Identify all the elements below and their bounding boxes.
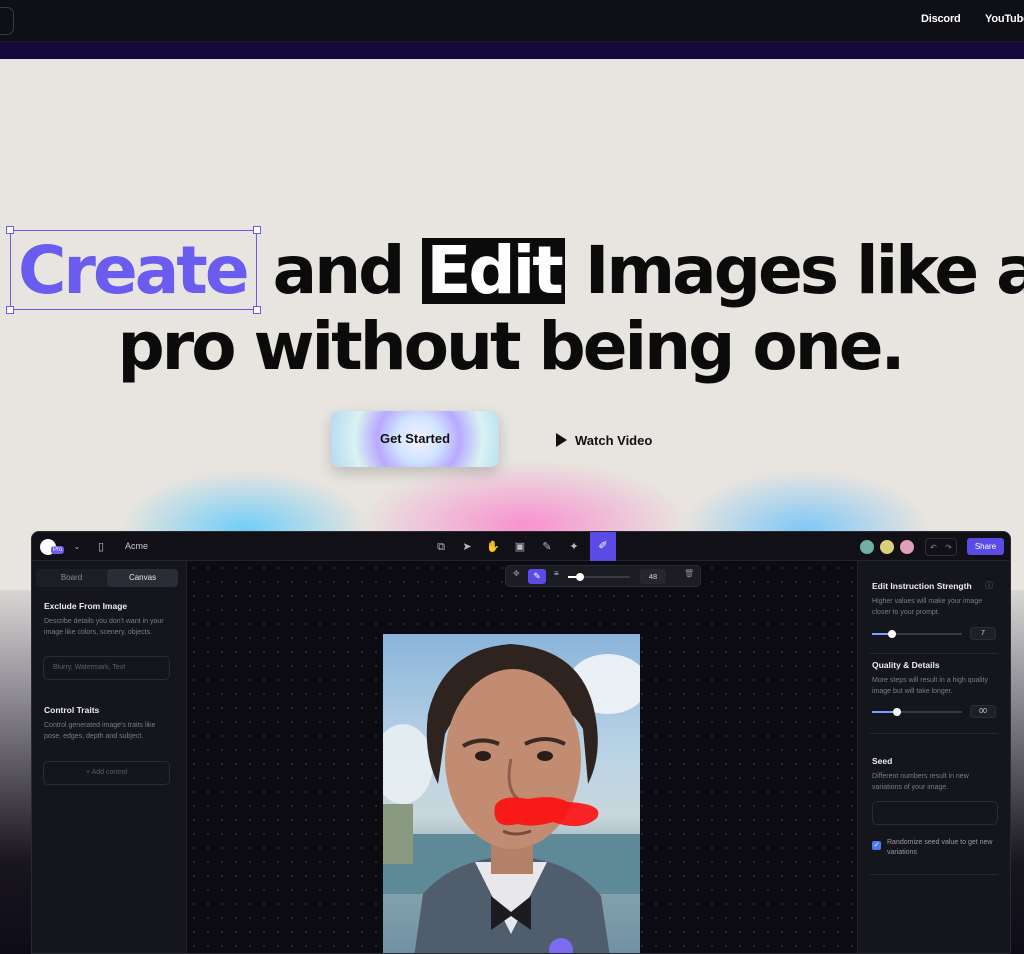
headline-word-create: Create — [6, 226, 261, 314]
divider — [870, 874, 998, 875]
seed-description: Different numbers result in new variatio… — [872, 773, 969, 791]
shapes-icon[interactable]: ✦ — [565, 538, 583, 556]
tab-canvas[interactable]: Canvas — [107, 569, 178, 587]
exclude-input[interactable]: Blurry, Watermark, Text — [43, 656, 170, 680]
brush-tool-icon[interactable]: ✐ — [590, 532, 616, 561]
hand-icon[interactable]: ✋ — [484, 538, 502, 556]
edited-photo[interactable] — [383, 634, 640, 953]
share-button[interactable]: Share — [967, 538, 1004, 555]
nav-link-discord[interactable]: Discord — [921, 13, 961, 25]
undo-redo-group: ↶ ↷ — [925, 538, 957, 556]
undo-icon[interactable]: ↶ — [930, 543, 937, 552]
move-icon[interactable]: ✥ — [513, 569, 520, 578]
redo-icon[interactable]: ↷ — [945, 543, 952, 552]
get-started-button[interactable]: Get Started — [331, 411, 499, 467]
headline-text: Images like a — [564, 232, 1024, 309]
headline-word-edit: Edit — [422, 238, 565, 304]
hero-headline-line2: pro without being one. — [117, 308, 905, 385]
view-tabs: Board Canvas — [36, 569, 178, 587]
stroke-width-icon[interactable]: ≡ — [554, 569, 559, 578]
tab-board[interactable]: Board — [36, 569, 107, 587]
brush-icon[interactable]: ✎ — [528, 569, 546, 584]
control-traits-description: Control generated image's traits like po… — [44, 722, 156, 740]
seed-title: Seed — [872, 756, 893, 766]
divider — [870, 733, 998, 734]
quality-knob[interactable] — [893, 708, 901, 716]
brush-toolbar: ✥ ✎ ≡ 48 🗑 — [505, 565, 701, 587]
play-icon — [556, 433, 567, 447]
quality-description: More steps will result in a high quality… — [872, 677, 988, 695]
new-layer-icon[interactable]: ⧉ — [432, 538, 450, 556]
watch-video-button[interactable]: Watch Video — [556, 430, 652, 450]
resize-handle[interactable] — [6, 306, 14, 314]
avatar[interactable] — [858, 538, 876, 556]
info-icon[interactable]: ⓘ — [985, 580, 993, 591]
left-panel: Board Canvas Exclude From Image Describe… — [32, 561, 187, 953]
portrait-illustration — [383, 644, 640, 953]
brush-size-slider[interactable] — [568, 573, 630, 581]
add-control-button[interactable]: + Add control — [43, 761, 170, 785]
randomize-seed-checkbox[interactable]: ✓ — [872, 841, 881, 850]
quality-value[interactable]: 00 — [970, 705, 996, 718]
strength-description: Higher values will make your image close… — [872, 598, 983, 616]
resize-handle[interactable] — [252, 226, 261, 234]
chevron-down-icon[interactable]: ⌄ — [68, 538, 86, 556]
strength-slider[interactable] — [872, 630, 962, 638]
announcement-stripe — [0, 42, 1024, 59]
seed-input[interactable] — [872, 801, 998, 825]
pro-badge: Pro — [51, 546, 65, 554]
resize-handle[interactable] — [6, 226, 14, 234]
brush-size-value[interactable]: 48 — [640, 569, 666, 584]
avatar[interactable] — [898, 538, 916, 556]
watch-video-label: Watch Video — [575, 432, 653, 448]
pencil-icon[interactable]: ✎ — [538, 538, 556, 556]
logo-icon[interactable] — [0, 7, 14, 35]
quality-title: Quality & Details — [872, 660, 940, 670]
divider — [870, 653, 998, 654]
headline-text: and — [252, 232, 423, 309]
canvas-area[interactable]: ✥ ✎ ≡ 48 🗑 — [187, 561, 857, 953]
exclude-description: Describe details you don't want in your … — [44, 618, 164, 636]
editor-toolbar: Pro ⌄ ▯ Acme ⧉ ➤ ✋ ▣ ✎ ✦ ✐ ↶ ↷ Share — [32, 532, 1010, 561]
exclude-title: Exclude From Image — [44, 601, 128, 611]
selection-frame — [6, 226, 261, 314]
image-add-icon[interactable]: ▣ — [511, 538, 529, 556]
right-panel: Edit Instruction Strength ⓘ Higher value… — [857, 561, 1010, 953]
sidebar-toggle-icon[interactable]: ▯ — [92, 538, 110, 556]
avatar[interactable] — [878, 538, 896, 556]
top-nav-bar: Discord YouTube — [0, 0, 1024, 42]
randomize-seed-label: Randomize seed value to get new variatio… — [887, 839, 993, 856]
trash-icon[interactable]: 🗑 — [684, 569, 694, 578]
editor-app-window: Pro ⌄ ▯ Acme ⧉ ➤ ✋ ▣ ✎ ✦ ✐ ↶ ↷ Share Boa… — [31, 531, 1011, 954]
strength-value[interactable]: 7 — [970, 627, 996, 640]
hero-headline-line1: Create and Edit Images like a — [6, 226, 1024, 314]
nav-link-youtube[interactable]: YouTube — [985, 13, 1024, 25]
project-name: Acme — [125, 541, 149, 551]
control-traits-title: Control Traits — [44, 705, 100, 715]
quality-slider[interactable] — [872, 708, 962, 716]
brush-size-knob[interactable] — [576, 573, 584, 581]
strength-title: Edit Instruction Strength — [872, 581, 972, 591]
select-cursor-icon[interactable]: ➤ — [458, 538, 476, 556]
strength-knob[interactable] — [888, 630, 896, 638]
